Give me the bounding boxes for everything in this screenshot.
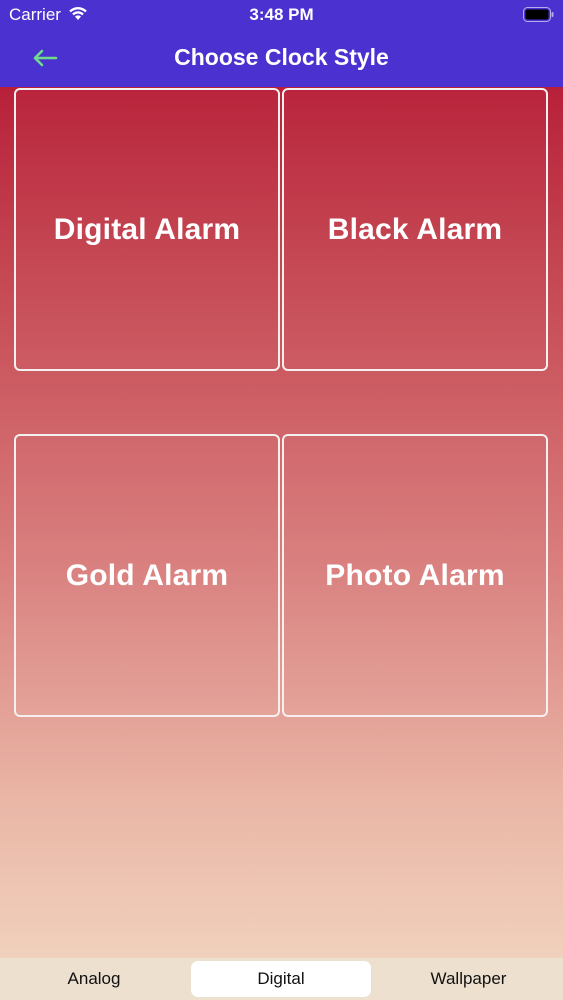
battery-icon xyxy=(523,7,554,22)
page-title: Choose Clock Style xyxy=(174,44,389,70)
tab-digital[interactable]: Digital xyxy=(191,961,371,997)
tab-analog[interactable]: Analog xyxy=(4,961,184,997)
tile-label: Black Alarm xyxy=(327,212,503,246)
tile-label: Digital Alarm xyxy=(53,212,241,246)
tab-wallpaper[interactable]: Wallpaper xyxy=(378,961,559,997)
black-alarm-tile[interactable]: Black Alarm xyxy=(282,88,548,371)
top-bar: Carrier 3:48 PM Choose Clock Style xyxy=(0,0,563,87)
status-bar: Carrier 3:48 PM xyxy=(0,0,563,30)
status-time: 3:48 PM xyxy=(249,5,314,24)
digital-alarm-tile[interactable]: Digital Alarm xyxy=(14,88,280,371)
tile-label: Gold Alarm xyxy=(65,558,229,592)
photo-alarm-tile[interactable]: Photo Alarm xyxy=(282,434,548,717)
tile-label: Photo Alarm xyxy=(325,558,505,592)
segmented-tab-bar: Analog Digital Wallpaper xyxy=(0,958,563,1000)
gold-alarm-tile[interactable]: Gold Alarm xyxy=(14,434,280,717)
